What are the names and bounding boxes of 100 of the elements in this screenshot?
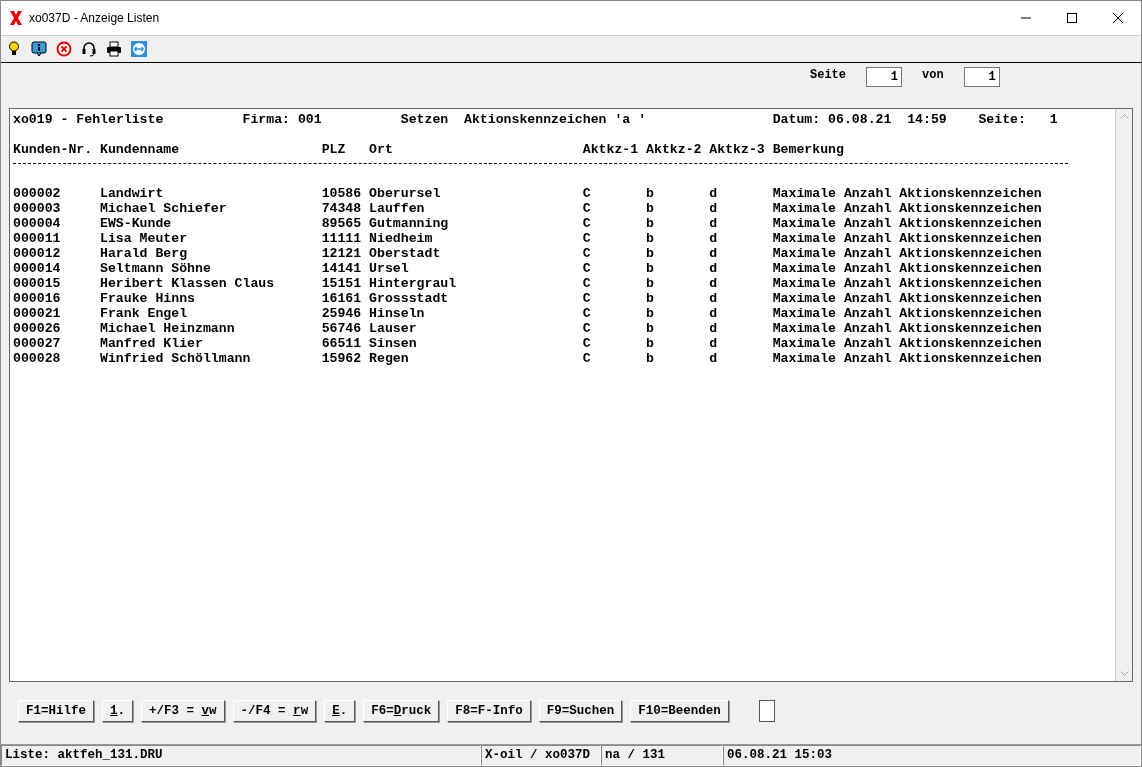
table-cell-text: Lauffen	[369, 201, 426, 216]
page-field[interactable]: 1	[866, 67, 902, 87]
table-cell-text: 000011	[13, 231, 62, 246]
table-cell-text: C	[582, 306, 592, 321]
table-cell-text: Frank Engel	[100, 306, 189, 321]
table-cell-text: 10586	[321, 186, 363, 201]
table-cell-text: 89565	[321, 216, 363, 231]
table-cell-text: C	[582, 336, 592, 351]
report-header-text: Aktionskennzeichen 'a '	[464, 112, 648, 127]
table-cell-text: Maximale Anzahl Aktionskennzeichen	[772, 321, 1043, 336]
report-header-text: Firma: 001	[242, 112, 323, 127]
table-cell-text: d	[709, 231, 719, 246]
function-key-button[interactable]: F6=Druck	[363, 700, 440, 722]
function-key-button[interactable]: F9=Suchen	[538, 700, 623, 722]
of-label: von	[922, 68, 944, 82]
table-cell-text: d	[709, 216, 719, 231]
info-icon[interactable]	[30, 40, 48, 58]
table-cell-text: Maximale Anzahl Aktionskennzeichen	[772, 201, 1043, 216]
table-cell-text: C	[582, 291, 592, 306]
function-key-button[interactable]: +/F3 = vw	[141, 700, 225, 722]
table-cell-text: C	[582, 216, 592, 231]
table-cell-text: Maximale Anzahl Aktionskennzeichen	[772, 231, 1043, 246]
table-cell-text: 66511	[321, 336, 363, 351]
remote-support-icon[interactable]	[130, 40, 148, 58]
table-cell-text: b	[646, 306, 655, 321]
table-cell-text: 15962	[321, 351, 363, 366]
table-cell-text: Harald Berg	[100, 246, 189, 261]
table-cell-text: Maximale Anzahl Aktionskennzeichen	[772, 261, 1043, 276]
table-cell-text: Maximale Anzahl Aktionskennzeichen	[772, 336, 1043, 351]
report-header-text: 14:59	[907, 112, 948, 127]
table-cell-text: b	[646, 261, 655, 276]
function-key-button[interactable]: F10=Beenden	[630, 700, 729, 722]
table-cell-text: d	[709, 306, 719, 321]
table-cell-text: Frauke Hinns	[100, 291, 196, 306]
table-cell-text: C	[582, 231, 592, 246]
report-header-text: xo019 - Fehlerliste	[13, 112, 165, 127]
table-cell-text: Seltmann Söhne	[100, 261, 212, 276]
table-cell-text: Maximale Anzahl Aktionskennzeichen	[772, 306, 1043, 321]
table-cell-text: Niedheim	[369, 231, 434, 246]
table-cell-text: d	[709, 276, 719, 291]
column-header: Ort	[369, 142, 394, 157]
table-cell-text: Ursel	[369, 261, 410, 276]
table-cell-text: Hinseln	[369, 306, 426, 321]
table-cell-text: d	[709, 321, 719, 336]
headset-icon[interactable]	[80, 40, 98, 58]
table-cell-text: 000012	[13, 246, 62, 261]
table-cell-text: d	[709, 261, 719, 276]
table-cell-text: Maximale Anzahl Aktionskennzeichen	[772, 246, 1043, 261]
table-cell-text: Heribert Klassen Claus	[100, 276, 276, 291]
table-cell-text: b	[646, 216, 655, 231]
table-cell-text: 000003	[13, 201, 62, 216]
table-cell-text: 16161	[321, 291, 363, 306]
table-cell-text: b	[646, 291, 655, 306]
table-cell-text: 14141	[321, 261, 363, 276]
table-cell-text: Manfred Klier	[100, 336, 204, 351]
table-cell-text: b	[646, 336, 655, 351]
column-header: Aktkz-1	[582, 142, 640, 157]
table-cell-text: 56746	[321, 321, 363, 336]
maximize-icon	[1067, 13, 1077, 23]
status-bar-field: Liste: aktfeh_131.DRU	[1, 745, 481, 766]
function-key-button[interactable]: 1.	[102, 700, 134, 722]
report-header-text: Setzen	[400, 112, 450, 127]
table-cell-text: 000021	[13, 306, 62, 321]
table-cell-text: Michael Heinzmann	[100, 321, 236, 336]
close-icon	[1113, 13, 1123, 23]
column-header: Aktkz-3	[709, 142, 766, 157]
printer-icon[interactable]	[105, 40, 123, 58]
table-cell-text: 000027	[13, 336, 62, 351]
total-pages-field[interactable]: 1	[963, 67, 1000, 87]
column-header: Bemerkung	[772, 142, 845, 157]
table-cell-text: C	[582, 321, 592, 336]
table-cell-text: 000028	[13, 351, 62, 366]
status-bar-field: na / 131	[601, 745, 723, 766]
table-cell-text: C	[582, 201, 592, 216]
status-bar-field: X-oil / xo037D	[481, 745, 601, 766]
function-key-button[interactable]: F8=F-Info	[447, 700, 531, 722]
table-cell-text: Lisa Meuter	[100, 231, 189, 246]
table-cell-text: Maximale Anzahl Aktionskennzeichen	[772, 276, 1043, 291]
table-cell-text: Grossstadt	[369, 291, 450, 306]
function-key-button[interactable]: -/F4 = rw	[232, 700, 317, 722]
table-cell-text: Winfried Schöllmann	[100, 351, 252, 366]
table-cell-text: b	[646, 246, 655, 261]
table-cell-text: 25946	[321, 306, 363, 321]
table-cell-text: b	[646, 276, 655, 291]
table-cell-text: Hintergraul	[369, 276, 458, 291]
table-cell-text: b	[646, 186, 655, 201]
table-cell-text: 12121	[321, 246, 363, 261]
table-cell-text: C	[582, 261, 592, 276]
function-key-button[interactable]: F1=Hilfe	[18, 700, 94, 722]
column-header: PLZ	[321, 142, 347, 157]
function-key-button[interactable]: E.	[324, 700, 356, 722]
column-header: Aktkz-2	[646, 142, 703, 157]
status-bar-field: 06.08.21 15:03	[723, 745, 1141, 766]
app-logo-icon	[9, 10, 23, 26]
table-cell-text: 000002	[13, 186, 62, 201]
table-cell-text: Oberursel	[369, 186, 442, 201]
cancel-icon[interactable]	[55, 40, 73, 58]
table-cell-text: d	[709, 336, 719, 351]
table-cell-text: 000014	[13, 261, 62, 276]
input-field[interactable]	[758, 700, 775, 722]
